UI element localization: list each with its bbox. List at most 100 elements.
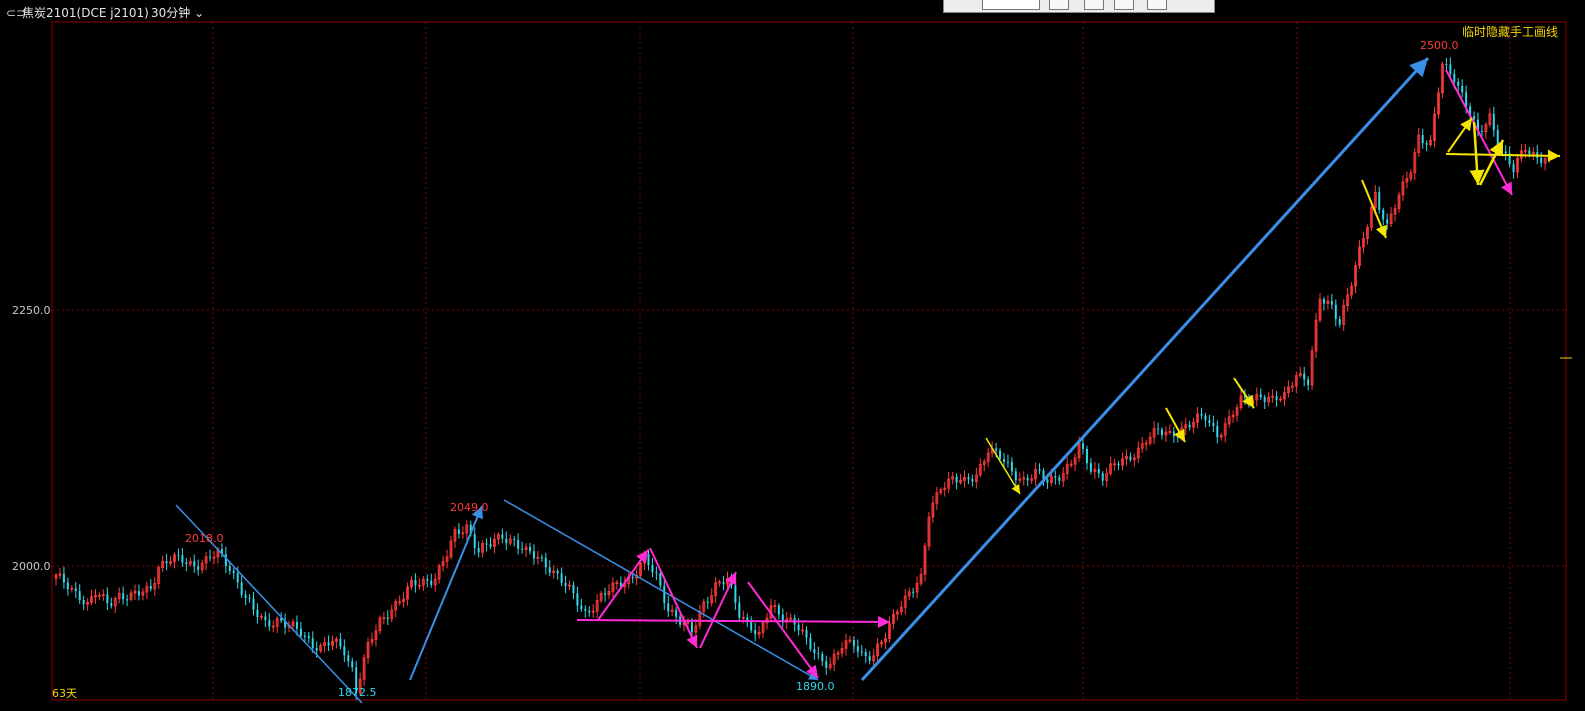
- candle: [931, 495, 935, 523]
- candle: [406, 582, 409, 606]
- candle-body: [805, 629, 808, 638]
- candle: [1058, 474, 1061, 485]
- magenta-arrow: [1445, 69, 1513, 196]
- candle: [1136, 441, 1140, 464]
- candle-body: [675, 610, 678, 617]
- candle: [1255, 387, 1259, 407]
- candle: [1168, 424, 1172, 435]
- candle: [1346, 288, 1350, 312]
- candle: [113, 596, 117, 613]
- candle: [655, 566, 658, 581]
- candle-body: [860, 651, 863, 653]
- candle: [1219, 432, 1223, 441]
- candle: [149, 579, 152, 592]
- candle-body: [1322, 299, 1325, 304]
- candle: [157, 564, 161, 589]
- candle: [544, 552, 547, 575]
- candle-body: [999, 450, 1002, 460]
- candle-body: [1014, 471, 1017, 481]
- candle: [54, 573, 58, 586]
- candle: [1366, 224, 1369, 245]
- candle-body: [1465, 92, 1468, 107]
- candle-body: [572, 584, 575, 594]
- candle-body: [529, 547, 531, 552]
- candle: [773, 599, 777, 613]
- candle: [1212, 415, 1215, 433]
- candle: [78, 584, 81, 605]
- candle: [505, 531, 508, 551]
- candle-body: [343, 646, 346, 656]
- candle: [1184, 417, 1188, 436]
- candle-body: [1006, 461, 1009, 463]
- price-annotation: 1872.5: [338, 686, 377, 699]
- candle: [426, 574, 429, 588]
- candle: [271, 620, 275, 633]
- candle: [1484, 122, 1488, 139]
- y-tick-label: 2250.0: [12, 304, 51, 317]
- candle: [1437, 87, 1440, 119]
- candle: [374, 624, 378, 647]
- candle: [963, 470, 966, 488]
- candle: [386, 610, 389, 626]
- hide-lines-button[interactable]: 临时隐藏手工画线: [1462, 23, 1558, 40]
- candle: [1279, 396, 1282, 403]
- candle: [1231, 410, 1235, 423]
- candle: [323, 637, 327, 653]
- candle: [1105, 467, 1109, 488]
- candle: [153, 577, 157, 596]
- candle-body: [521, 548, 524, 550]
- candle: [268, 612, 271, 632]
- candle: [1290, 381, 1294, 393]
- candle: [347, 650, 350, 668]
- candle-body: [1010, 461, 1013, 472]
- candle: [58, 567, 62, 579]
- candle-body: [809, 637, 812, 650]
- kline-chart[interactable]: 2250.0 2000.0 2018.0 1872.5 2049.0 1890.0 250…: [0, 0, 1585, 711]
- candle: [1330, 293, 1333, 310]
- candle: [433, 573, 437, 592]
- candle: [284, 613, 287, 635]
- candle: [844, 633, 848, 656]
- candle: [1508, 146, 1511, 168]
- candle: [524, 543, 528, 557]
- candle: [1382, 207, 1385, 226]
- candle-body: [584, 608, 587, 611]
- candle: [761, 619, 765, 639]
- candle-body: [252, 598, 255, 610]
- candle: [860, 645, 863, 657]
- price-annotation: 2049.0: [450, 501, 489, 514]
- candle: [959, 473, 962, 485]
- candle-body: [149, 586, 152, 589]
- candle: [137, 584, 140, 601]
- candle: [1310, 346, 1314, 390]
- candle: [1188, 420, 1191, 431]
- candle: [939, 487, 943, 496]
- candle: [813, 642, 816, 660]
- candle: [1433, 106, 1436, 148]
- candle: [1161, 427, 1163, 440]
- candle: [595, 594, 599, 618]
- candle: [915, 576, 919, 599]
- candle: [694, 618, 698, 640]
- candle-body: [560, 573, 563, 583]
- candle: [1393, 203, 1397, 222]
- candle-body: [347, 655, 350, 662]
- candle: [493, 533, 496, 554]
- candle: [410, 576, 413, 591]
- candle: [789, 613, 793, 622]
- candle-body: [256, 609, 259, 618]
- candle-body: [513, 539, 516, 541]
- candle: [370, 632, 374, 647]
- candle-body: [1528, 150, 1531, 155]
- candle-body: [1334, 304, 1337, 320]
- candle: [481, 540, 485, 558]
- candle: [1307, 376, 1310, 391]
- candle: [667, 595, 670, 618]
- candle-body: [1097, 469, 1100, 474]
- price-annotations: 2018.0 1872.5 2049.0 1890.0 2500.0: [185, 39, 1459, 699]
- yellow-arrow: [985, 437, 1021, 495]
- candle: [240, 575, 243, 599]
- candle-body: [1378, 192, 1381, 210]
- candle: [588, 606, 591, 617]
- candle-body: [386, 617, 389, 619]
